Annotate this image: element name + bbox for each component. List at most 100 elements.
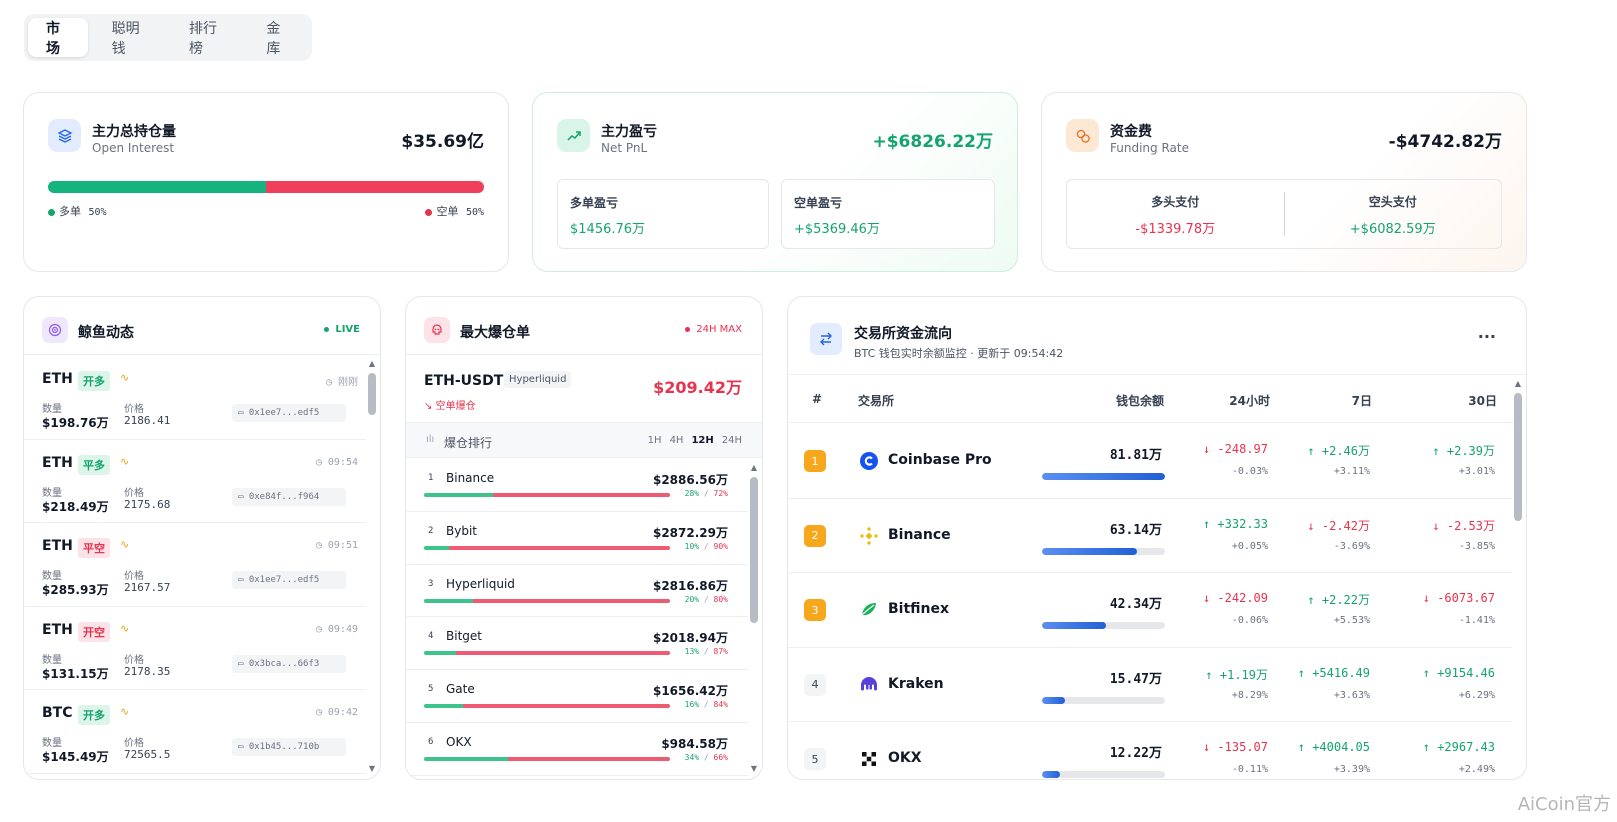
change-pct-d30: -1.41% — [1458, 615, 1495, 627]
rank-row[interactable]: 4 Bitget $2018.94万 13% / 87% — [406, 617, 748, 671]
exchange-row[interactable]: 3 Bitfinex 42.34万 ↓ -242.09 -0.06% ↑ +2.22万 +5… — [788, 573, 1512, 648]
whale-symbol: ETH — [42, 371, 73, 387]
qty-value: $131.15万 — [42, 666, 109, 681]
rank-row[interactable]: 1 Binance $2886.56万 28% / 72% — [406, 459, 748, 512]
short-pct: 80% — [713, 594, 728, 604]
address-label: 0x1b45...710b — [248, 742, 320, 752]
price-value: 2167.57 — [124, 581, 171, 594]
whale-row[interactable]: ETH 平多 ∿ ◷ 09:54 数量 $218.49万 价格 2175.68 ▭ 0xe84f… — [24, 440, 366, 523]
rank-row[interactable]: 2 Bybit $2872.29万 10% / 90% — [406, 512, 748, 565]
layers-icon — [48, 119, 81, 152]
scroll-thumb[interactable] — [368, 373, 376, 415]
scroll-thumb[interactable] — [1514, 393, 1522, 521]
change-d7: ↓ -2.42万 — [1307, 518, 1370, 533]
exchange-name: Bitfinex — [888, 601, 950, 618]
bitfinex-logo-icon — [858, 599, 880, 621]
rank-index: 1 — [428, 473, 434, 483]
time-stamp: ◷ 09:54 — [316, 457, 358, 468]
tab-1h[interactable]: 1H — [648, 435, 662, 446]
qty-label: 数量 — [42, 654, 62, 666]
change-h24: ↓ -242.09 — [1202, 591, 1268, 606]
wallet-address[interactable]: ▭ 0xe84f...f964 — [232, 487, 346, 506]
liq-tag: ↘ 空单爆仓 — [424, 397, 476, 412]
long-pay-label: 多头支付 — [1151, 195, 1200, 209]
scroll-up-icon[interactable]: ▲ — [1514, 379, 1522, 388]
rank-badge: 3 — [804, 599, 826, 622]
action-tag: 开多 — [78, 705, 110, 725]
rank-row[interactable]: 6 OKX $984.58万 34% / 66% — [406, 723, 748, 776]
balance-bar-fill — [1042, 696, 1066, 704]
wallet-address[interactable]: ▭ 0x3bca...66f3 — [232, 654, 346, 673]
scroll-thumb[interactable] — [750, 477, 758, 623]
col-30d[interactable]: 30日 — [1468, 392, 1497, 409]
rank-row[interactable]: 5 Gate $1656.42万 16% / 84% — [406, 670, 748, 723]
tab-smart-money[interactable]: 聪明钱 — [94, 18, 165, 57]
rank-row[interactable]: 3 Hyperliquid $2816.86万 20% / 80% — [406, 565, 748, 618]
separator: / — [699, 594, 714, 604]
whale-row[interactable]: ETH 平空 ∿ ◷ 09:51 数量 $285.93万 价格 2167.57 ▭ 0x1ee7… — [24, 523, 366, 607]
long-segment — [424, 545, 449, 550]
timeframe-selector: 1H 4H 12H 24H — [648, 435, 742, 446]
more-icon[interactable]: ··· — [1478, 327, 1496, 346]
whale-scrollbar[interactable]: ▲ ▼ — [368, 359, 376, 773]
price-label: 价格 — [124, 404, 144, 415]
scroll-down-icon[interactable]: ▼ — [368, 764, 376, 773]
tab-vault[interactable]: 金库 — [248, 18, 308, 57]
open-interest-subtitle: Open Interest — [92, 141, 175, 155]
tab-market[interactable]: 市场 — [28, 18, 88, 57]
exchange-row[interactable]: 2 Binance 63.14万 ↑ +332.33 +0.05% ↓ -2.42万 -3.… — [788, 499, 1512, 574]
tab-12h[interactable]: 12H — [691, 435, 713, 446]
wallet-icon: ▭ — [238, 658, 249, 669]
whale-row[interactable]: BTC 开多 ∿ ◷ 09:42 数量 $145.49万 价格 72565.5 ▭ 0x1b45… — [24, 690, 366, 774]
change-d30: ↑ +2.39万 — [1432, 444, 1495, 458]
scroll-up-icon[interactable]: ▲ — [368, 359, 376, 368]
whale-row[interactable]: ETH 开空 ∿ ◷ 09:49 数量 $131.15万 价格 2178.35 ▭ 0x3bca… — [24, 607, 366, 690]
short-segment — [473, 598, 670, 603]
long-segment — [424, 704, 464, 709]
exchange-row[interactable]: 4 Kraken 15.47万 ↑ +1.19万 +8.29% ↑ +5416.49 +3.… — [788, 648, 1512, 723]
wallet-address[interactable]: ▭ 0x1ee7...edf5 — [232, 404, 346, 422]
wallet-address[interactable]: ▭ 0x1ee7...edf5 — [232, 571, 346, 589]
qty-label: 数量 — [42, 404, 62, 415]
rank-index: 6 — [428, 736, 434, 747]
long-pct: 16% — [684, 700, 700, 710]
exchange-name: Binance — [888, 526, 951, 543]
liq-amount: $984.58万 — [661, 736, 728, 751]
tab-leaderboard[interactable]: 排行榜 — [171, 18, 242, 57]
exchange-scrollbar[interactable]: ▲ — [1514, 379, 1522, 773]
exchange-row[interactable]: 1 Coinbase Pro 81.81万 ↓ -248.97 -0.03% ↑ +2.4… — [788, 424, 1512, 499]
clock-icon: ◷ — [315, 540, 328, 551]
short-segment — [448, 545, 670, 550]
change-d30: ↑ +9154.46 — [1422, 665, 1495, 680]
price-label: 价格 — [124, 487, 144, 499]
price-label: 价格 — [124, 654, 144, 666]
tab-24h[interactable]: 24H — [722, 435, 742, 446]
exchange-list: 1 Coinbase Pro 81.81万 ↓ -248.97 -0.03% ↑ +2.4… — [788, 424, 1512, 779]
time-stamp: ◷ 刚刚 — [326, 373, 358, 388]
rank-badge: 2 — [804, 524, 826, 547]
rank-index: 5 — [428, 684, 434, 695]
short-pct: 72% — [713, 489, 728, 498]
long-pct: 13% — [684, 647, 700, 657]
col-balance[interactable]: 钱包余额 — [1116, 392, 1164, 409]
whale-row[interactable]: ETH 开多 ∿ ◷ 刚刚 数量 $198.76万 价格 2186.41 ▭ 0x1ee7...… — [24, 356, 366, 440]
scroll-down-icon[interactable]: ▼ — [750, 764, 758, 773]
short-pnl-value: +$5369.46万 — [794, 222, 880, 237]
col-7d[interactable]: 7日 — [1352, 392, 1372, 409]
change-d30: ↑ +2967.43 — [1422, 740, 1495, 755]
change-d30: ↓ -6073.67 — [1422, 591, 1495, 606]
tab-4h[interactable]: 4H — [670, 435, 684, 446]
wallet-address[interactable]: ▭ 0x1b45...710b — [232, 738, 346, 756]
rank-title: 爆仓排行 — [444, 436, 493, 450]
rank-scrollbar[interactable]: ▲ ▼ — [750, 463, 758, 773]
scroll-up-icon[interactable]: ▲ — [750, 463, 758, 472]
short-pct: 84% — [713, 700, 728, 710]
exchange-row[interactable]: 5 OKX 12.22万 ↓ -135.07 -0.11% ↑ +4004.05 +3.39… — [788, 722, 1512, 779]
trend-down-icon: ↘ — [424, 401, 433, 412]
long-short-pct: 28% / 72% — [685, 489, 728, 498]
liq-amount: $1656.42万 — [652, 684, 728, 699]
action-tag: 平空 — [78, 538, 110, 558]
col-24h[interactable]: 24小时 — [1229, 392, 1270, 409]
separator: / — [699, 647, 714, 657]
exchange-name: Kraken — [888, 675, 944, 692]
